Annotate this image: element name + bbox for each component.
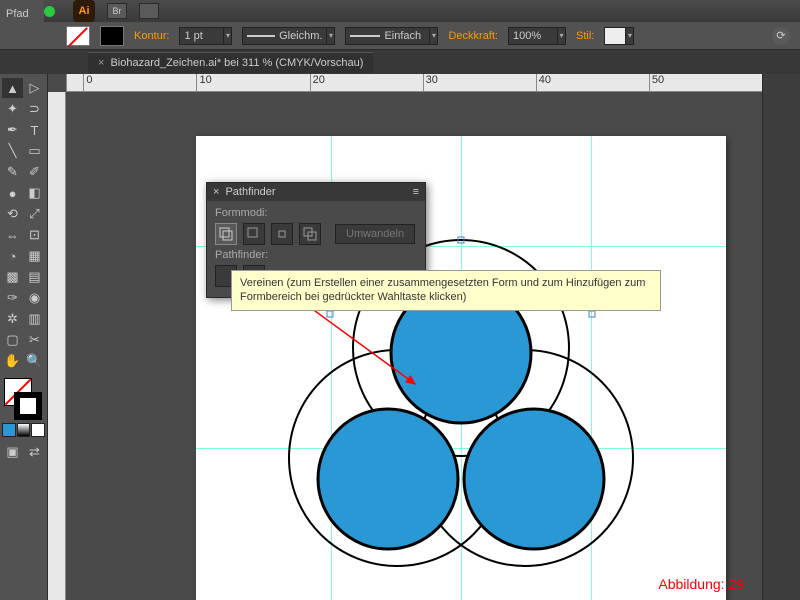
none-mode-swatch[interactable] [31,423,45,437]
stroke-color-box[interactable] [14,392,42,420]
eyedropper-tool[interactable]: ✑ [2,288,23,308]
screen-mode-normal[interactable]: ▣ [2,442,23,462]
stroke-profile-select[interactable]: Gleichm. [242,27,327,45]
pathfinder-close-icon[interactable]: × [213,186,219,198]
slice-tool[interactable]: ✂ [24,330,45,350]
gradient-tool[interactable]: ▤ [24,267,45,287]
document-tab[interactable]: × Biohazard_Zeichen.ai* bei 311 % (CMYK/… [88,52,373,73]
direct-selection-tool[interactable]: ▷ [24,78,45,98]
document-tab-title: Biohazard_Zeichen.ai* bei 311 % (CMYK/Vo… [110,57,363,69]
fill-swatch[interactable] [66,26,90,46]
canvas[interactable] [66,92,762,600]
unite-button[interactable] [215,223,237,245]
zoom-tool[interactable]: 🔍 [24,351,45,371]
ruler-tick: 20 [310,74,423,91]
rectangle-tool[interactable]: ▭ [24,141,45,161]
ruler-tick: 10 [196,74,309,91]
rotate-tool[interactable]: ⟲ [2,204,23,224]
width-tool[interactable]: ⇔ [2,225,23,245]
hand-tool[interactable]: ✋ [2,351,23,371]
opacity-input[interactable]: 100% [508,27,558,45]
kontur-label: Kontur: [134,30,169,42]
pencil-tool[interactable]: ✐ [24,162,45,182]
line-tool[interactable]: ╲ [2,141,23,161]
horizontal-ruler[interactable]: 0 10 20 30 40 50 [66,74,762,92]
ruler-tick: 40 [536,74,649,91]
stroke-weight-input[interactable]: 1 pt [179,27,224,45]
bridge-icon[interactable]: Br [107,3,127,19]
screen-mode-toggle[interactable]: ⇄ [24,442,45,462]
brush-label: Einfach [384,30,421,42]
tools-panel: ▲▷ ✦⊃ ✒T ╲▭ ✎✐ ●◧ ⟲⤢ ⇔⊡ ◔▦ ▩▤ ✑◉ ✲▥ ▢✂ ✋… [0,74,48,600]
graphic-style-swatch[interactable] [604,27,626,45]
selection-tool[interactable]: ▲ [2,78,23,98]
type-tool[interactable]: T [24,120,45,140]
blend-tool[interactable]: ◉ [24,288,45,308]
eraser-tool[interactable]: ◧ [24,183,45,203]
close-tab-icon[interactable]: × [98,57,104,69]
ruler-tick: 0 [83,74,196,91]
illustrator-app-icon: Ai [73,0,95,22]
pathfinder-title: Pathfinder [225,186,412,198]
canvas-area: 0 10 20 30 40 50 [48,74,762,600]
opacity-dropdown[interactable] [558,27,566,45]
graph-tool[interactable]: ▥ [24,309,45,329]
selection-type-label: Pfad [0,0,44,28]
arrange-documents-icon[interactable] [139,3,159,19]
figure-label: Abbildung: 29 [658,576,744,592]
pen-tool[interactable]: ✒ [2,120,23,140]
ruler-tick: 50 [649,74,762,91]
pathfinder-menu-icon[interactable]: ≡ [413,186,419,198]
scale-tool[interactable]: ⤢ [24,204,45,224]
exclude-button[interactable] [299,223,321,245]
maximize-window-icon[interactable] [44,6,55,17]
shape-builder-tool[interactable]: ◔ [2,246,23,266]
document-tabbar: × Biohazard_Zeichen.ai* bei 311 % (CMYK/… [0,50,800,74]
stroke-profile-label: Gleichm. [279,30,322,42]
opacity-label: Deckkraft: [448,30,498,42]
mesh-tool[interactable]: ▩ [2,267,23,287]
blob-brush-tool[interactable]: ● [2,183,23,203]
window-titlebar: Ai Br [0,0,800,22]
minus-front-button[interactable] [243,223,265,245]
gradient-mode-swatch[interactable] [17,423,31,437]
vertical-ruler[interactable] [48,92,66,600]
pathfinder-section-label: Pathfinder: [215,249,417,261]
lasso-tool[interactable]: ⊃ [24,99,45,119]
stil-label: Stil: [576,30,594,42]
stroke-profile-dropdown[interactable] [327,27,335,45]
umwandeln-button[interactable]: Umwandeln [335,224,415,244]
free-transform-tool[interactable]: ⊡ [24,225,45,245]
right-dock[interactable] [762,74,800,600]
unite-tooltip: Vereinen (zum Erstellen einer zusammenge… [231,270,661,311]
ruler-tick: 30 [423,74,536,91]
brush-dropdown[interactable] [430,27,438,45]
paintbrush-tool[interactable]: ✎ [2,162,23,182]
stroke-swatch[interactable] [100,26,124,46]
stroke-weight-dropdown[interactable] [224,27,232,45]
graphic-style-dropdown[interactable] [626,27,634,45]
fill-stroke-control[interactable] [2,378,44,420]
formmodi-label: Formmodi: [215,207,417,219]
artboard-tool[interactable]: ▢ [2,330,23,350]
pathfinder-panel-header[interactable]: × Pathfinder ≡ [207,183,425,201]
control-bar: Pfad Kontur: 1 pt Gleichm. Einfach Deckk… [0,22,800,50]
brush-select[interactable]: Einfach [345,27,430,45]
color-mode-swatch[interactable] [2,423,16,437]
sync-icon[interactable]: ⟳ [772,27,790,45]
magic-wand-tool[interactable]: ✦ [2,99,23,119]
perspective-tool[interactable]: ▦ [24,246,45,266]
intersect-button[interactable] [271,223,293,245]
symbol-sprayer-tool[interactable]: ✲ [2,309,23,329]
